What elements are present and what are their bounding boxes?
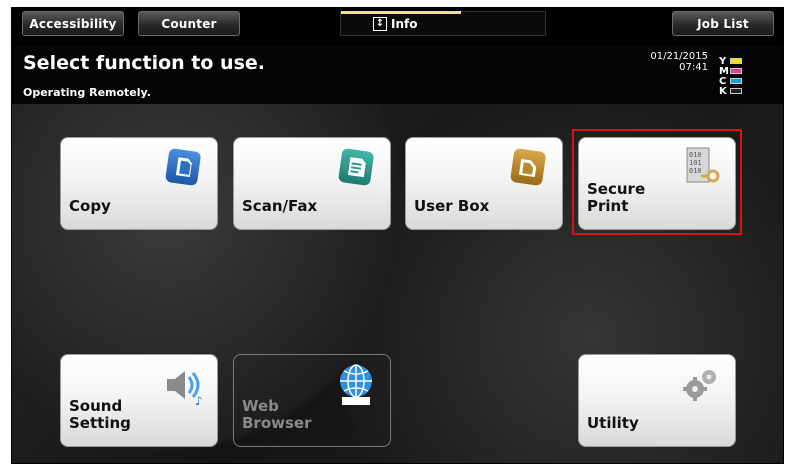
speaker-icon: ♪: [167, 371, 203, 407]
panel-frame: Accessibility Counter ↕ Info Job List Se…: [11, 7, 784, 464]
copy-button[interactable]: Copy: [60, 137, 218, 230]
scan-fax-button[interactable]: Scan/Fax: [233, 137, 391, 230]
toner-black-bar: [730, 88, 742, 94]
toner-levels: Y M C K: [719, 56, 759, 97]
sound-setting-label-line1: Sound: [69, 397, 123, 415]
date-text: 01/21/2015: [650, 51, 708, 62]
svg-text:♪: ♪: [195, 394, 203, 407]
toner-magenta-bar: [730, 68, 742, 74]
globe-icon: [340, 364, 372, 405]
gear-icon: [683, 370, 716, 401]
page-title: Select function to use.: [23, 52, 265, 74]
web-browser-label: Web Browser: [242, 398, 312, 432]
copy-icon: [165, 148, 201, 186]
utility-label: Utility: [587, 414, 639, 432]
job-list-label: Job List: [697, 16, 749, 31]
toner-yellow-bar: [730, 58, 742, 64]
user-box-icon: [510, 148, 546, 186]
info-label: Info: [391, 16, 418, 31]
accessibility-label: Accessibility: [29, 16, 117, 31]
toner-magenta: M: [719, 66, 759, 77]
utility-button[interactable]: Utility: [578, 354, 736, 447]
toner-black-label: K: [719, 85, 727, 97]
datetime-display: 01/21/2015 07:41: [650, 51, 708, 73]
sound-setting-label-line2: Setting: [69, 414, 131, 432]
scan-fax-label: Scan/Fax: [242, 197, 318, 215]
copy-label: Copy: [69, 197, 111, 215]
operating-status-text: Operating Remotely.: [23, 86, 151, 99]
toner-cyan: C: [719, 76, 759, 87]
toner-cyan-bar: [730, 78, 742, 84]
info-highlight-bar: [341, 11, 461, 14]
scan-fax-icon: [338, 148, 374, 186]
time-text: 07:41: [679, 62, 708, 73]
web-browser-label-line1: Web: [242, 397, 279, 415]
sound-setting-label: Sound Setting: [69, 398, 131, 432]
user-box-label: User Box: [414, 197, 490, 215]
counter-button[interactable]: Counter: [138, 11, 240, 36]
top-bar: Accessibility Counter ↕ Info Job List: [12, 8, 783, 46]
status-area: Select function to use. Operating Remote…: [12, 46, 783, 104]
counter-label: Counter: [161, 16, 217, 31]
web-browser-button[interactable]: Web Browser: [233, 354, 391, 447]
web-browser-label-line2: Browser: [242, 414, 312, 432]
sound-setting-button[interactable]: ♪ Sound Setting: [60, 354, 218, 447]
job-list-button[interactable]: Job List: [672, 11, 774, 36]
selection-highlight: [572, 129, 742, 235]
user-box-button[interactable]: User Box: [405, 137, 563, 230]
accessibility-button[interactable]: Accessibility: [22, 11, 124, 36]
toner-yellow: Y: [719, 56, 759, 67]
info-icon: ↕: [373, 16, 387, 31]
info-button[interactable]: ↕ Info: [340, 11, 546, 36]
toner-black: K: [719, 85, 759, 97]
